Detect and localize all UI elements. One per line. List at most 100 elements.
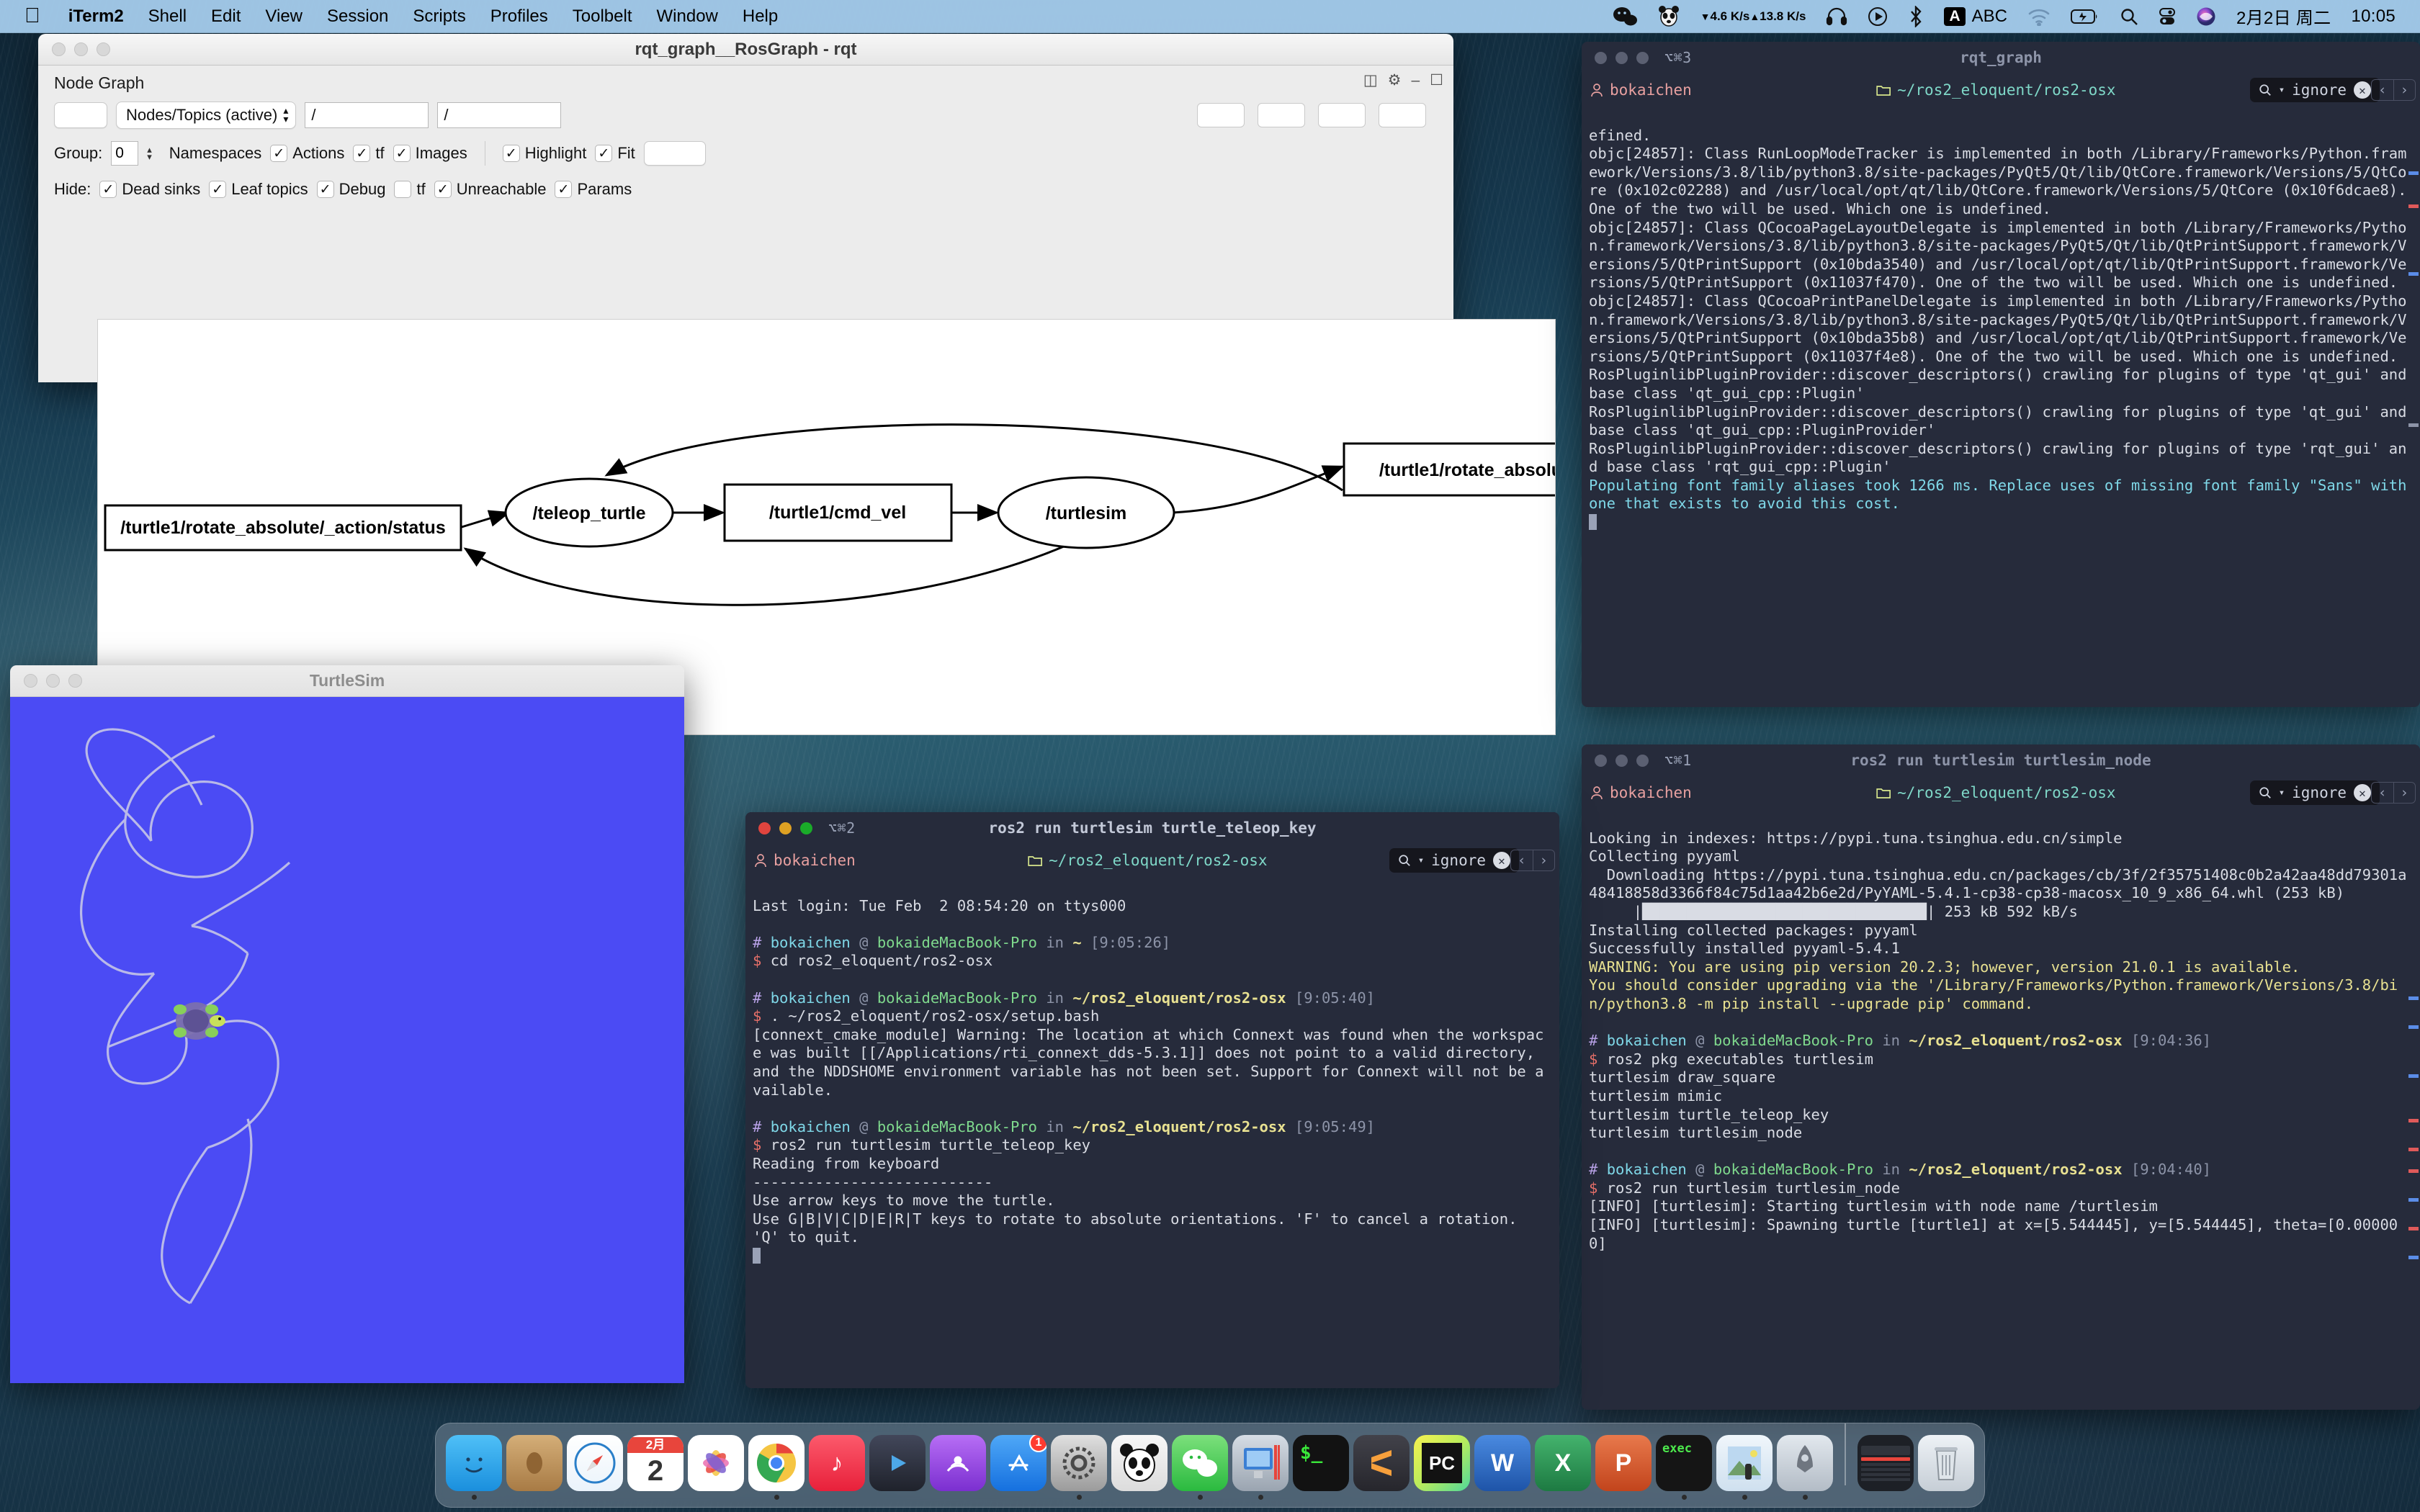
- dock[interactable]: 2月 2 ♪ 1 $_ PC W X P exec: [435, 1423, 1985, 1508]
- headphones-icon[interactable]: [1816, 7, 1857, 26]
- minimize-button[interactable]: [74, 42, 88, 56]
- dock-item-preview[interactable]: [1716, 1435, 1773, 1500]
- dead-sinks-checkbox[interactable]: ✓ Dead sinks: [99, 180, 200, 199]
- gear-icon[interactable]: [1051, 1435, 1107, 1491]
- preview-icon[interactable]: [1716, 1435, 1773, 1491]
- fit-in-view-button[interactable]: [643, 141, 706, 166]
- turtlesim-titlebar[interactable]: TurtleSim: [10, 665, 684, 697]
- tf-checkbox[interactable]: ✓ tf: [353, 144, 385, 163]
- panel-close-icon[interactable]: ☐: [1430, 71, 1443, 89]
- panda-vpn-status-icon[interactable]: [1647, 5, 1690, 28]
- chrome-icon[interactable]: [748, 1435, 805, 1491]
- hide-tf-checkbox[interactable]: tf: [394, 180, 426, 199]
- screens-icon[interactable]: [1232, 1435, 1289, 1491]
- input-source-icon[interactable]: A ABC: [1934, 6, 2017, 27]
- dock-item-word[interactable]: W: [1474, 1435, 1531, 1500]
- dock-item-terminal[interactable]: $_: [1293, 1435, 1349, 1500]
- dock-item-excel[interactable]: X: [1535, 1435, 1591, 1500]
- topic-filter-input[interactable]: /: [437, 102, 562, 128]
- calendar-icon[interactable]: 2月 2: [627, 1435, 684, 1491]
- menu-item-shell[interactable]: Shell: [136, 6, 199, 27]
- close-button[interactable]: [52, 42, 66, 56]
- wifi-icon[interactable]: [2017, 7, 2061, 26]
- word-icon[interactable]: W: [1474, 1435, 1531, 1491]
- refresh-graph-button[interactable]: [54, 102, 107, 128]
- menu-item-scripts[interactable]: Scripts: [400, 6, 478, 27]
- sublime-text-icon[interactable]: [1353, 1435, 1410, 1491]
- dock-item-launchpad[interactable]: [506, 1435, 563, 1500]
- terminal-search-nav[interactable]: ‹ ›: [2371, 782, 2416, 804]
- pycharm-icon[interactable]: PC: [1414, 1435, 1470, 1491]
- highlight-checkbox[interactable]: ✓ Highlight: [502, 144, 586, 163]
- save-image-button[interactable]: [1258, 103, 1305, 127]
- terminal-titlebar[interactable]: ⌥⌘1 ros2 run turtlesim turtlesim_node: [1582, 744, 2420, 776]
- fit-checkbox[interactable]: ✓ Fit: [595, 144, 635, 163]
- dock-item-app-store[interactable]: 1: [990, 1435, 1047, 1500]
- media-play-icon[interactable]: [1857, 6, 1898, 27]
- terminal-icon[interactable]: $_: [1293, 1435, 1349, 1491]
- close-button[interactable]: [758, 822, 771, 834]
- safari-icon[interactable]: [567, 1435, 623, 1491]
- wechat-status-icon[interactable]: [1603, 6, 1647, 27]
- apple-menu-icon[interactable]: : [0, 6, 56, 27]
- terminal-search-nav[interactable]: ‹ ›: [1510, 850, 1555, 871]
- dock-item-podcasts[interactable]: [930, 1435, 986, 1500]
- window-controls[interactable]: [1582, 754, 1649, 767]
- close-button[interactable]: [1595, 51, 1607, 64]
- graph-type-select[interactable]: Nodes/Topics (active) ▴ ▾: [116, 102, 297, 129]
- clear-search-icon[interactable]: ✕: [2354, 784, 2371, 801]
- dock-item-calendar[interactable]: 2月 2: [627, 1435, 684, 1500]
- dock-item-trash[interactable]: [1918, 1435, 1974, 1500]
- dock-item-exec-terminal[interactable]: exec: [1656, 1435, 1712, 1500]
- minimize-button[interactable]: [1615, 754, 1628, 767]
- music-player-window-icon[interactable]: [1857, 1435, 1914, 1491]
- search-next-icon[interactable]: ›: [2394, 80, 2415, 100]
- load-dot-button[interactable]: [1379, 103, 1426, 127]
- menu-item-window[interactable]: Window: [645, 6, 730, 27]
- control-center-icon[interactable]: [2148, 7, 2186, 26]
- terminal-output[interactable]: efined. objc[24857]: Class RunLoopModeTr…: [1582, 107, 2420, 700]
- trash-icon[interactable]: [1918, 1435, 1974, 1491]
- terminal-search-field[interactable]: ▾ ignore ✕: [2249, 78, 2380, 102]
- dock-item-sublime-text[interactable]: [1353, 1435, 1410, 1500]
- clear-search-icon[interactable]: ✕: [1493, 852, 1510, 869]
- terminal-search-nav[interactable]: ‹ ›: [2371, 79, 2416, 101]
- menu-date[interactable]: 2月2日 周二: [2226, 4, 2341, 29]
- group-spinner[interactable]: 0: [111, 141, 139, 166]
- dock-item-chrome[interactable]: [748, 1435, 805, 1500]
- group-spinner-arrows[interactable]: ▴ ▾: [147, 144, 152, 161]
- params-checkbox[interactable]: ✓ Params: [555, 180, 632, 199]
- dock-item-rocket-app[interactable]: [1777, 1435, 1833, 1500]
- panel-buttons[interactable]: ◫ ⚙ – ☐: [1363, 71, 1443, 89]
- menu-item-edit[interactable]: Edit: [199, 6, 253, 27]
- save-dot-button[interactable]: [1197, 103, 1245, 127]
- dock-item-safari[interactable]: [567, 1435, 623, 1500]
- menu-clock[interactable]: 10:05: [2341, 6, 2406, 27]
- search-icon[interactable]: [2110, 7, 2148, 26]
- search-prev-icon[interactable]: ‹: [2372, 80, 2394, 100]
- turtlesim-canvas[interactable]: [10, 697, 684, 1383]
- excel-icon[interactable]: X: [1535, 1435, 1591, 1491]
- zoom-button[interactable]: [1636, 51, 1649, 64]
- dock-item-music-player-window[interactable]: [1857, 1435, 1914, 1500]
- terminal-search-field[interactable]: ▾ ignore ✕: [1389, 848, 1519, 873]
- dock-item-finder[interactable]: [446, 1435, 502, 1500]
- search-prev-icon[interactable]: ‹: [2372, 783, 2394, 803]
- search-next-icon[interactable]: ›: [1533, 850, 1554, 870]
- wechat-icon[interactable]: [1172, 1435, 1228, 1491]
- rqt-titlebar[interactable]: rqt_graph__RosGraph - rqt: [38, 34, 1453, 66]
- zoom-button[interactable]: [97, 42, 110, 56]
- dock-item-music[interactable]: ♪: [809, 1435, 865, 1500]
- battery-icon[interactable]: [2061, 8, 2110, 25]
- window-controls[interactable]: [745, 822, 812, 834]
- minimize-button[interactable]: [1615, 51, 1628, 64]
- panel-minimize-icon[interactable]: –: [1411, 72, 1420, 89]
- launchpad-icon[interactable]: [506, 1435, 563, 1491]
- dock-item-powerpoint[interactable]: P: [1595, 1435, 1652, 1500]
- rqt-window-controls[interactable]: [38, 42, 110, 56]
- rocket-icon[interactable]: [1777, 1435, 1833, 1491]
- save-svg-button[interactable]: [1318, 103, 1366, 127]
- panel-split-icon[interactable]: ◫: [1363, 71, 1378, 89]
- unreachable-checkbox[interactable]: ✓ Unreachable: [434, 180, 546, 199]
- zoom-button[interactable]: [800, 822, 812, 834]
